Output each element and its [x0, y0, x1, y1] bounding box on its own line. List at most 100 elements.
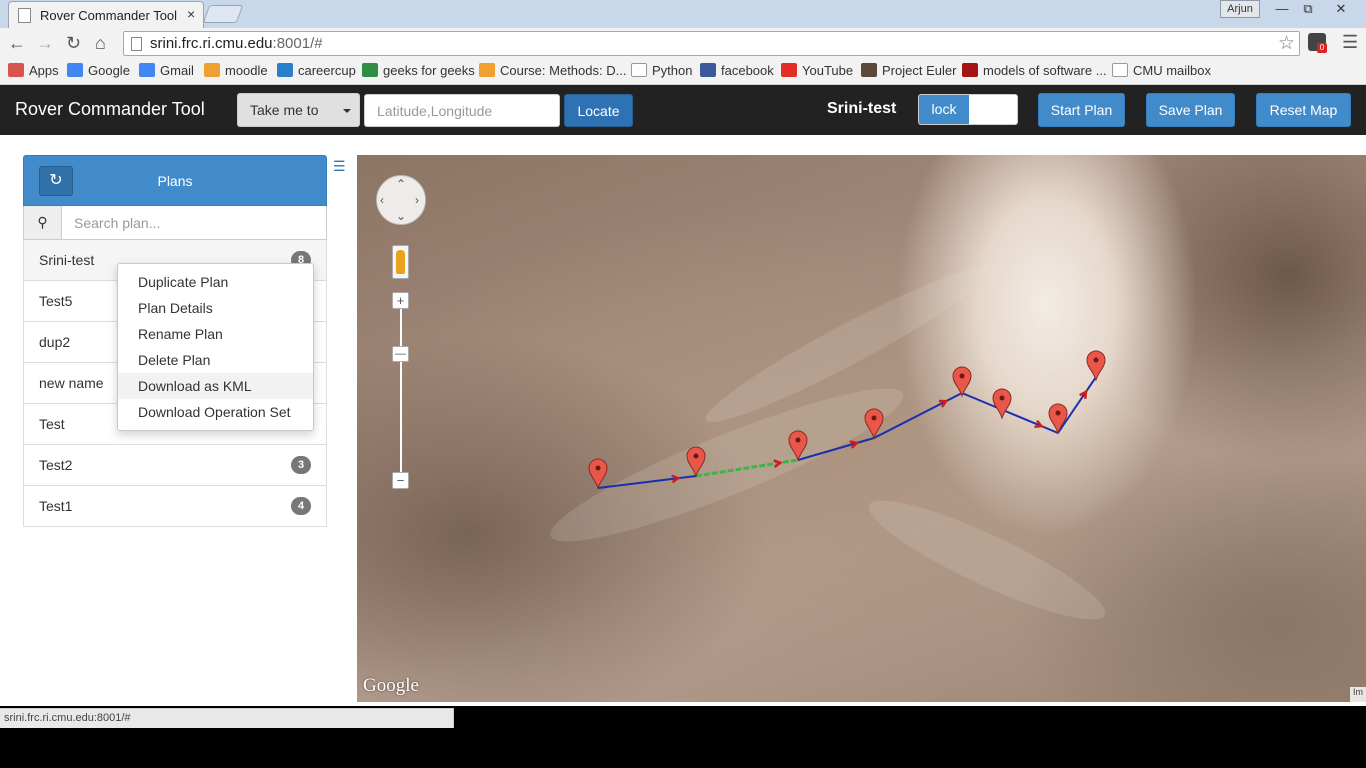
plan-list-item[interactable]: Test1 4 — [23, 486, 327, 527]
plan-name: dup2 — [39, 334, 71, 350]
reload-icon[interactable]: ↻ — [66, 32, 81, 54]
plan-list-item[interactable]: Test2 3 — [23, 445, 327, 486]
waypoint-marker-icon[interactable] — [788, 430, 808, 462]
route-segment — [873, 392, 963, 439]
bookmark-1[interactable]: Apps — [8, 63, 59, 80]
pan-left-icon[interactable]: ‹ — [380, 192, 384, 208]
plan-search: ⚲ — [23, 206, 327, 240]
bookmark-5[interactable]: careercup — [277, 63, 356, 80]
list-toggle-icon[interactable]: ☰ — [333, 159, 346, 173]
waypoint-marker-icon[interactable] — [686, 446, 706, 478]
current-plan-name: Srini-test — [827, 100, 897, 117]
profile-button[interactable]: Arjun — [1220, 0, 1260, 18]
street-view-pegman-icon[interactable] — [392, 245, 409, 279]
coordinates-input[interactable] — [364, 94, 560, 127]
forward-arrow-icon[interactable]: → — [36, 32, 54, 54]
locate-button[interactable]: Locate — [564, 94, 633, 127]
route-segment — [597, 475, 697, 489]
menu-item-download-as-kml[interactable]: Download as KML — [118, 373, 313, 399]
bookmark-label: careercup — [298, 63, 356, 78]
reset-map-button[interactable]: Reset Map — [1256, 93, 1351, 127]
bookmark-label: Gmail — [160, 63, 194, 78]
zoom-slider-handle[interactable]: — — [392, 346, 409, 362]
extension-icon[interactable]: 0 — [1308, 33, 1327, 53]
extension-badge: 0 — [1317, 43, 1327, 53]
pan-down-icon[interactable]: ⌄ — [396, 208, 406, 224]
menu-item-plan-details[interactable]: Plan Details — [118, 295, 313, 321]
mail-icon — [1112, 63, 1128, 77]
bookmark-label: models of software ... — [983, 63, 1107, 78]
bookmark-8[interactable]: Python — [631, 63, 692, 80]
waypoint-marker-icon[interactable] — [992, 388, 1012, 420]
bookmark-9[interactable]: facebook — [700, 63, 774, 80]
taskbar-area — [0, 728, 1366, 768]
map-pan-control[interactable]: ⌃ ⌄ ‹ › — [376, 175, 426, 225]
home-icon[interactable]: ⌂ — [95, 32, 106, 54]
plan-name: Test1 — [39, 498, 73, 514]
menu-item-download-operation-set[interactable]: Download Operation Set — [118, 399, 313, 425]
menu-item-duplicate-plan[interactable]: Duplicate Plan — [118, 269, 313, 295]
start-plan-button[interactable]: Start Plan — [1038, 93, 1125, 127]
bookmark-3[interactable]: Gmail — [139, 63, 194, 80]
waypoint-marker-icon[interactable] — [1086, 350, 1106, 382]
page-body: ↻ Plans ⚲ Srini-test8Test5dup2new nameTe… — [0, 135, 1366, 706]
moodle-icon — [204, 63, 220, 77]
take-me-to-dropdown[interactable]: Take me to — [237, 93, 360, 127]
bookmark-6[interactable]: geeks for geeks — [362, 63, 475, 80]
youtube-icon — [781, 63, 797, 77]
route-segment — [1057, 376, 1097, 434]
search-icon: ⚲ — [24, 206, 62, 239]
bookmark-label: YouTube — [802, 63, 854, 78]
waypoint-marker-icon[interactable] — [588, 458, 608, 490]
save-plan-button[interactable]: Save Plan — [1146, 93, 1235, 127]
pan-right-icon[interactable]: › — [415, 192, 419, 208]
bookmark-label: facebook — [721, 63, 774, 78]
bookmark-7[interactable]: Course: Methods: D... — [479, 63, 626, 80]
browser-tab-title: Rover Commander Tool — [40, 8, 178, 23]
waypoint-marker-icon[interactable] — [952, 366, 972, 398]
plan-name: new name — [39, 375, 104, 391]
route-overlay — [588, 350, 1106, 490]
restore-icon[interactable]: ⧉ — [1296, 0, 1320, 18]
bookmark-label: Apps — [29, 63, 59, 78]
menu-item-delete-plan[interactable]: Delete Plan — [118, 347, 313, 373]
bookmark-12[interactable]: models of software ... — [962, 63, 1107, 80]
app-brand[interactable]: Rover Commander Tool — [15, 99, 205, 120]
bookmark-10[interactable]: YouTube — [781, 63, 853, 80]
zoom-slider-track[interactable] — [400, 300, 402, 480]
waypoint-marker-icon[interactable] — [864, 408, 884, 440]
google-icon — [67, 63, 83, 77]
back-arrow-icon[interactable]: ← — [8, 32, 26, 54]
bookmark-label: Google — [88, 63, 130, 78]
map-view[interactable]: ⌃ ⌄ ‹ › + — − Google Im — [357, 155, 1366, 702]
bookmark-label: geeks for geeks — [383, 63, 475, 78]
new-tab-button[interactable] — [202, 5, 244, 23]
zoom-in-icon[interactable]: + — [392, 292, 409, 309]
zoom-out-icon[interactable]: − — [392, 472, 409, 489]
plans-header: ↻ Plans — [23, 155, 327, 206]
bookmark-star-icon[interactable]: ☆ — [1278, 32, 1295, 55]
waypoint-marker-icon[interactable] — [1048, 403, 1068, 435]
pan-up-icon[interactable]: ⌃ — [396, 176, 406, 192]
apps-icon — [8, 63, 24, 77]
bookmark-11[interactable]: Project Euler — [861, 63, 956, 80]
browser-menu-icon[interactable]: ☰ — [1342, 32, 1358, 53]
close-window-icon[interactable]: ✕ — [1324, 0, 1358, 18]
bookmark-4[interactable]: moodle — [204, 63, 268, 80]
minimize-icon[interactable]: — — [1270, 0, 1294, 18]
course-c-icon — [962, 63, 978, 77]
bookmark-label: CMU mailbox — [1133, 63, 1212, 78]
plan-search-input[interactable] — [62, 206, 326, 239]
lock-toggle[interactable]: lock — [918, 94, 1018, 125]
caret-down-icon — [343, 109, 351, 113]
address-bar[interactable]: srini.frc.ri.cmu.edu:8001/# ☆ — [123, 31, 1300, 56]
bookmark-13[interactable]: CMU mailbox — [1112, 63, 1211, 80]
page-favicon-icon — [18, 8, 31, 23]
plan-name: Test5 — [39, 293, 73, 309]
browser-tab[interactable]: Rover Commander Tool × — [8, 1, 204, 28]
facebook-icon — [700, 63, 716, 77]
menu-item-rename-plan[interactable]: Rename Plan — [118, 321, 313, 347]
plans-title: Plans — [157, 173, 193, 189]
bookmark-2[interactable]: Google — [67, 63, 130, 80]
close-tab-icon[interactable]: × — [187, 6, 195, 22]
